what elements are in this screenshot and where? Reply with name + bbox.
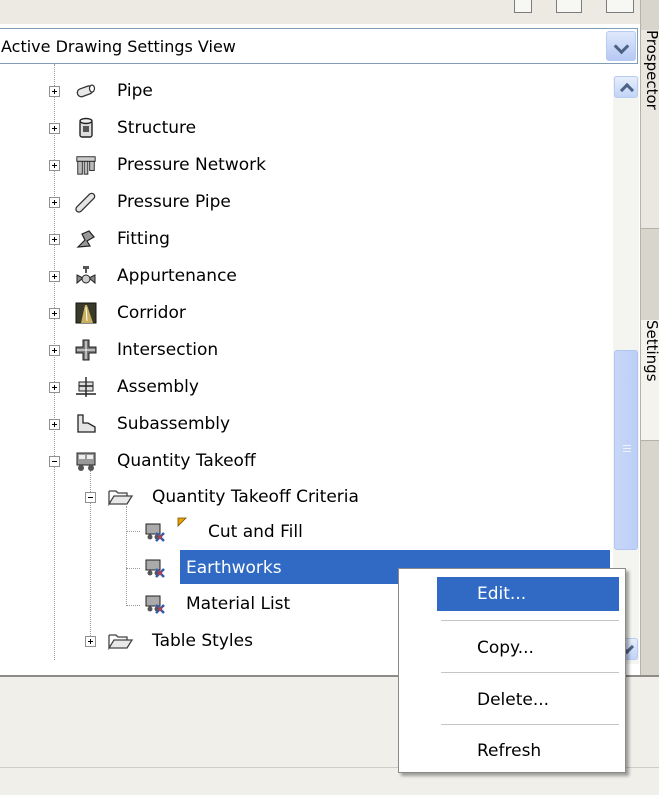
tree-item-assembly[interactable]: Assembly	[0, 369, 600, 405]
tree-item-label: Structure	[117, 118, 197, 138]
scroll-thumb[interactable]	[614, 350, 638, 550]
scroll-grip-icon	[623, 445, 631, 446]
expand-plus-icon[interactable]	[49, 271, 60, 282]
menu-separator	[441, 672, 619, 673]
tree-item-label: Pressure Pipe	[117, 192, 231, 212]
toolbar-grid-icon[interactable]	[514, 0, 532, 13]
side-tab-strip: Prospector Settings	[640, 0, 659, 675]
tree-item-label: Intersection	[117, 340, 219, 360]
expand-plus-icon[interactable]	[49, 86, 60, 97]
menu-separator	[441, 724, 619, 725]
expand-plus-icon[interactable]	[49, 160, 60, 171]
view-select[interactable]: Active Drawing Settings View	[0, 28, 638, 64]
expand-plus-icon[interactable]	[49, 308, 60, 319]
tree-item-fitting[interactable]: Fitting	[0, 221, 600, 257]
menu-item-refresh[interactable]: Refresh	[403, 734, 621, 768]
menu-item-label: Refresh	[477, 741, 542, 761]
expand-plus-icon[interactable]	[49, 197, 60, 208]
tree-item-cut-and-fill[interactable]: Cut and Fill	[0, 514, 600, 550]
tab-prospector[interactable]: Prospector	[641, 30, 659, 229]
expand-plus-icon[interactable]	[49, 123, 60, 134]
panel-toolbar	[0, 0, 640, 24]
tree-item-label: Quantity Takeoff	[117, 451, 256, 471]
tree-item-label: Subassembly	[117, 414, 231, 434]
context-menu: Edit... Copy... Delete... Refresh	[398, 568, 626, 773]
tree-item-corridor[interactable]: Corridor	[0, 295, 600, 331]
menu-separator	[441, 620, 619, 621]
assembly-icon	[75, 376, 97, 398]
collapse-minus-icon[interactable]	[85, 492, 96, 503]
tree-item-intersection[interactable]: Intersection	[0, 332, 600, 368]
tab-settings[interactable]: Settings	[641, 320, 659, 441]
open-folder-icon	[108, 486, 134, 508]
tab-settings-label: Settings	[643, 320, 659, 382]
expand-plus-icon[interactable]	[49, 382, 60, 393]
tree-item-label: Table Styles	[152, 631, 253, 651]
menu-item-delete[interactable]: Delete...	[403, 683, 621, 717]
intersection-icon	[75, 339, 97, 361]
tree-item-quantity-takeoff[interactable]: Quantity Takeoff	[0, 443, 600, 479]
scroll-up-arrow-icon[interactable]	[614, 76, 638, 98]
expand-plus-icon[interactable]	[49, 345, 60, 356]
menu-item-copy[interactable]: Copy...	[403, 631, 621, 665]
expand-plus-icon[interactable]	[49, 419, 60, 430]
tree-item-appurtenance[interactable]: Appurtenance	[0, 258, 600, 294]
tree-item-label: Fitting	[117, 229, 170, 249]
tree-item-pipe[interactable]: Pipe	[0, 73, 600, 109]
view-select-value: Active Drawing Settings View	[1, 37, 236, 56]
pressure-pipe-icon	[75, 191, 97, 213]
view-select-chevron-down-icon[interactable]	[606, 31, 636, 61]
tree-item-label: Pipe	[117, 81, 153, 101]
tree-item-label: Earthworks	[186, 558, 282, 578]
corridor-icon	[75, 302, 97, 324]
warning-flag-icon	[176, 516, 188, 528]
tree-item-label: Corridor	[117, 303, 186, 323]
appurtenance-icon	[75, 265, 97, 287]
criteria-icon	[144, 593, 166, 615]
collapse-minus-icon[interactable]	[49, 456, 60, 467]
fitting-icon	[75, 228, 97, 250]
expand-plus-icon[interactable]	[49, 234, 60, 245]
open-folder-icon	[108, 630, 134, 652]
tree-item-subassembly[interactable]: Subassembly	[0, 406, 600, 442]
structure-icon	[75, 117, 97, 139]
tree-item-quantity-takeoff-criteria[interactable]: Quantity Takeoff Criteria	[0, 479, 600, 515]
menu-item-label: Delete...	[477, 690, 550, 710]
subassembly-icon	[75, 413, 97, 435]
criteria-icon	[144, 521, 166, 543]
criteria-icon	[144, 557, 166, 579]
tree-item-label: Appurtenance	[117, 266, 237, 286]
tab-prospector-label: Prospector	[643, 30, 659, 110]
menu-item-label: Edit...	[477, 584, 527, 604]
tree-item-label: Pressure Network	[117, 155, 266, 175]
tree-item-label: Quantity Takeoff Criteria	[152, 487, 359, 507]
menu-item-edit[interactable]: Edit...	[437, 577, 619, 611]
menu-item-label: Copy...	[477, 638, 534, 658]
pipe-icon	[75, 80, 97, 102]
quantity-takeoff-icon	[75, 450, 97, 472]
expand-plus-icon[interactable]	[85, 636, 96, 647]
toolbar-info-icon[interactable]	[606, 0, 634, 13]
tree-item-label: Material List	[186, 594, 291, 614]
tree-item-pressure-pipe[interactable]: Pressure Pipe	[0, 184, 600, 220]
pressure-network-icon	[75, 154, 97, 176]
tree-item-pressure-network[interactable]: Pressure Network	[0, 147, 600, 183]
tree-item-structure[interactable]: Structure	[0, 110, 600, 146]
toolbar-list-icon[interactable]	[556, 0, 582, 13]
tree-item-label: Assembly	[117, 377, 199, 397]
tree-item-label: Cut and Fill	[208, 522, 303, 542]
